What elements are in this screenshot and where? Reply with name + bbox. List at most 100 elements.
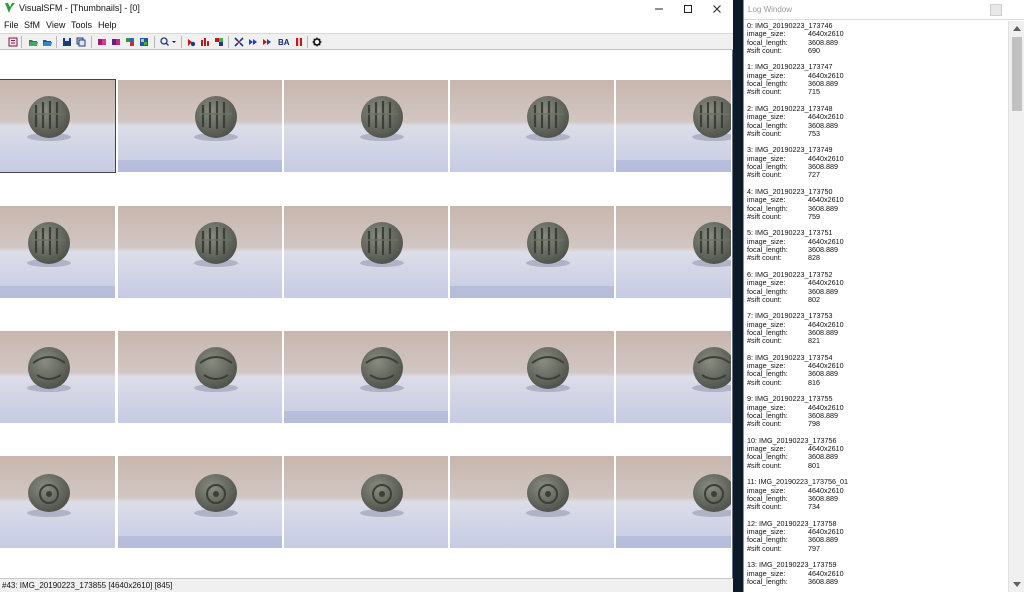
visualsfm-main-window: VisualSFM - [Thumbnails] - [0] File SfM … [0,0,733,592]
compute-missing-match-icon[interactable] [97,37,107,47]
image-thumbnail[interactable] [118,80,282,172]
menu-sfm[interactable]: SfM [24,20,40,30]
task-list-icon[interactable] [8,37,18,47]
log-sift-value: 753 [808,128,820,138]
copy-icon[interactable] [76,37,86,47]
run-sfm-icon[interactable] [262,37,272,47]
log-entry: 12: IMG_20190223_173758 image_size: 4640x2… [747,519,1008,553]
save-icon[interactable] [62,37,72,47]
pause-icon[interactable] [294,37,304,47]
scroll-thumb[interactable] [1012,37,1022,111]
pairwise-matching-icon[interactable] [125,37,135,47]
image-thumbnail[interactable] [450,206,614,298]
image-thumbnail[interactable] [616,80,731,172]
log-entry-header: 6: IMG_20190223_173752 [747,269,833,279]
thumbnail-photo [118,331,282,423]
image-thumbnail[interactable] [284,331,448,423]
maximize-button[interactable] [673,0,703,18]
image-thumbnail[interactable] [0,456,115,548]
sparse-reconstruction-icon[interactable] [186,37,196,47]
forward-icon[interactable] [248,37,258,47]
dense-reconstruction-icon[interactable] [200,37,210,47]
log-close-button[interactable] [990,4,1002,16]
match-images-icon[interactable] [111,37,121,47]
log-focal-value: 3608.889 [808,576,838,586]
scroll-up-button[interactable] [1009,21,1024,35]
log-entry: 2: IMG_20190223_173748 image_size: 4640x26… [747,104,1008,138]
gear-icon[interactable] [312,37,322,47]
log-entry: 9: IMG_20190223_173755 image_size: 4640x26… [747,395,1008,428]
log-entry: 5: IMG_20190223_173751 image_size: 4640x26… [747,229,1008,262]
log-focal-row: focal_length: 3608.889 [747,162,1008,171]
log-sift-label: #sift count: [747,170,782,180]
log-sift-row: #sift count: 798 [747,419,1008,429]
log-focal-row: focal_length: 3608.889 [747,328,1008,337]
menu-file[interactable]: File [4,20,19,30]
log-scrollbar[interactable] [1008,21,1024,592]
image-thumbnail[interactable] [118,331,282,423]
image-thumbnail[interactable] [616,206,731,298]
log-sift-label: #sift count: [747,419,782,429]
log-sift-row: #sift count: 797 [747,543,1008,553]
thumbnail-view[interactable] [0,51,731,578]
thumbnail-grid-icon[interactable] [139,37,149,47]
menu-help[interactable]: Help [98,20,117,30]
log-sift-label: #sift count: [747,502,782,512]
thumbnail-photo [0,331,115,423]
log-entry: 7: IMG_20190223_173753 image_size: 4640x26… [747,312,1008,345]
bundle-adjustment-button[interactable]: BA [278,38,290,47]
open-multi-icon[interactable] [42,37,52,47]
image-thumbnail[interactable] [0,331,115,423]
log-focal-row: focal_length: 3608.889 [747,204,1008,213]
log-entry: 10: IMG_20190223_173756 image_size: 4640x2… [747,436,1008,470]
log-focal-row: focal_length: 3608.889 [747,411,1008,420]
log-entry: 0: IMG_20190223_173746 image_size: 4640x26… [747,21,1008,55]
log-focal-row: focal_length: 3608.889 [747,370,1008,379]
log-sift-value: 828 [808,253,820,263]
thumbnail-photo [284,206,448,298]
log-sift-label: #sift count: [747,460,782,470]
image-thumbnail[interactable] [284,80,448,172]
log-entry: 11: IMG_20190223_173756_01 image_size: 464… [747,478,1008,511]
log-focal-row: focal_length: 3608.889 [747,287,1008,296]
log-sift-row: #sift count: 802 [747,295,1008,304]
image-thumbnail[interactable] [450,456,614,548]
menu-tools[interactable]: Tools [71,20,92,30]
log-sift-label: #sift count: [747,128,782,138]
log-entry-header: 11: IMG_20190223_173756_01 [747,477,848,487]
image-thumbnail[interactable] [284,456,448,548]
log-focal-row: focal_length: 3608.889 [747,453,1008,462]
log-sift-row: #sift count: 690 [747,46,1008,55]
image-thumbnail[interactable] [0,79,116,173]
title-bar: VisualSFM - [Thumbnails] - [0] [0,0,733,18]
log-sift-value: 801 [808,460,820,470]
open-folder-icon[interactable] [28,37,38,47]
image-thumbnail[interactable] [0,206,115,298]
fit-view-icon[interactable] [234,37,244,47]
scroll-up-icon [1013,26,1021,31]
zoom-dropdown-icon[interactable] [160,37,176,47]
image-thumbnail[interactable] [284,206,448,298]
camera-view-icon[interactable] [214,37,224,47]
status-bar: #43: IMG_20190223_173855 [4640x2610] [84… [0,578,733,592]
image-thumbnail[interactable] [118,206,282,298]
image-thumbnail[interactable] [118,456,282,548]
log-text: 0: IMG_20190223_173746 image_size: 4640x26… [744,21,1008,592]
image-thumbnail[interactable] [450,80,614,172]
minimize-button[interactable] [644,0,674,18]
log-entry: 4: IMG_20190223_173750 image_size: 4640x26… [747,187,1008,221]
thumbnail-photo [0,456,115,548]
log-sift-label: #sift count: [747,543,782,553]
image-thumbnail[interactable] [616,456,731,548]
menu-view[interactable]: View [46,20,65,30]
image-thumbnail[interactable] [616,331,731,423]
thumbnail-photo [616,206,731,298]
close-button[interactable] [702,0,732,18]
thumbnail-photo [284,331,448,423]
log-sift-label: #sift count: [747,377,782,387]
log-entry: 6: IMG_20190223_173752 image_size: 4640x26… [747,269,1008,304]
scroll-down-button[interactable] [1009,578,1024,592]
log-focal-row: focal_length: 3608.889 [747,245,1008,254]
image-thumbnail[interactable] [450,331,614,423]
thumbnail-photo [450,456,614,548]
